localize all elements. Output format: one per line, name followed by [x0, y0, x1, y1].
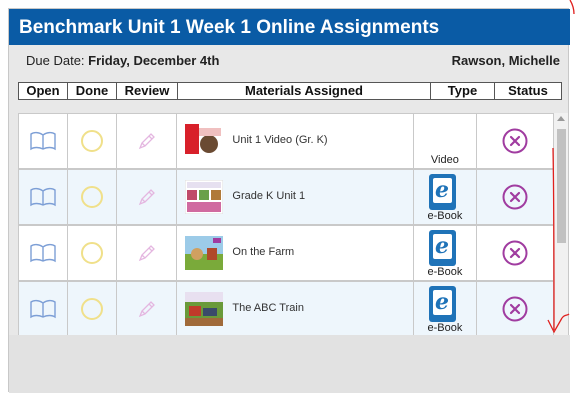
done-cell [68, 170, 117, 224]
type-cell: e e-Book [414, 170, 478, 224]
pencil-icon[interactable] [136, 298, 158, 320]
type-cell: e e-Book [414, 282, 478, 335]
open-cell [19, 170, 68, 224]
material-title[interactable]: The ABC Train [232, 302, 304, 314]
pencil-icon[interactable] [136, 130, 158, 152]
circle-icon[interactable] [80, 185, 104, 209]
video-thumbnail-icon [185, 124, 224, 158]
x-circle-icon[interactable] [501, 183, 529, 211]
material-cell[interactable]: Unit 1 Video (Gr. K) [177, 114, 414, 168]
assignments-panel: Benchmark Unit 1 Week 1 Online Assignmen… [8, 8, 570, 393]
book-cover-thumbnail-icon [185, 292, 224, 326]
open-cell [19, 282, 68, 335]
review-cell [117, 282, 178, 335]
type-label: e-Book [427, 266, 463, 278]
x-circle-icon[interactable] [501, 127, 529, 155]
column-header-materials: Materials Assigned [178, 83, 431, 99]
due-date-label: Due Date: [26, 53, 85, 68]
table-row: The ABC Train e e-Book [18, 281, 554, 335]
x-circle-icon[interactable] [501, 239, 529, 267]
due-date-value: Friday, December 4th [88, 53, 220, 68]
material-cell[interactable]: The ABC Train [177, 282, 414, 335]
ebook-icon[interactable]: e [428, 286, 456, 322]
done-cell [68, 114, 117, 168]
open-book-icon[interactable] [29, 299, 57, 319]
column-header-review: Review [117, 83, 178, 99]
type-cell: e e-Book [414, 226, 478, 280]
table-row: Unit 1 Video (Gr. K) Video [18, 113, 554, 169]
circle-icon[interactable] [80, 241, 104, 265]
done-cell [68, 226, 117, 280]
open-cell [19, 226, 68, 280]
book-cover-thumbnail-icon [185, 236, 224, 270]
type-cell: Video [414, 114, 478, 168]
column-header-done: Done [68, 83, 117, 99]
annotation-arrow-icon [547, 0, 575, 334]
assignment-list[interactable]: Unit 1 Video (Gr. K) Video Grade K Unit … [18, 113, 554, 335]
material-cell[interactable]: On the Farm [177, 226, 414, 280]
x-circle-icon[interactable] [501, 295, 529, 323]
open-book-icon[interactable] [29, 243, 57, 263]
ebook-icon[interactable]: e [428, 230, 456, 266]
circle-icon[interactable] [80, 129, 104, 153]
material-title[interactable]: Unit 1 Video (Gr. K) [232, 134, 327, 146]
type-label: e-Book [427, 322, 463, 334]
review-cell [117, 226, 178, 280]
material-title[interactable]: Grade K Unit 1 [232, 190, 305, 202]
pencil-icon[interactable] [136, 242, 158, 264]
book-cover-thumbnail-icon [185, 180, 224, 214]
due-date: Due Date: Friday, December 4th [26, 53, 219, 68]
table-row: Grade K Unit 1 e e-Book [18, 169, 554, 225]
column-header-row: Open Done Review Materials Assigned Type… [18, 82, 562, 100]
page-title: Benchmark Unit 1 Week 1 Online Assignmen… [9, 9, 570, 45]
pencil-icon[interactable] [136, 186, 158, 208]
type-label: e-Book [427, 210, 463, 222]
review-cell [117, 170, 178, 224]
table-row: On the Farm e e-Book [18, 225, 554, 281]
open-book-icon[interactable] [29, 187, 57, 207]
panel-footer [9, 335, 570, 393]
material-cell[interactable]: Grade K Unit 1 [177, 170, 414, 224]
open-book-icon[interactable] [29, 131, 57, 151]
ebook-icon[interactable]: e [428, 174, 456, 210]
open-cell [19, 114, 68, 168]
column-header-open: Open [19, 83, 68, 99]
done-cell [68, 282, 117, 335]
review-cell [117, 114, 178, 168]
column-header-type: Type [431, 83, 495, 99]
circle-icon[interactable] [80, 297, 104, 321]
material-title[interactable]: On the Farm [232, 246, 294, 258]
type-label: Video [430, 154, 459, 166]
